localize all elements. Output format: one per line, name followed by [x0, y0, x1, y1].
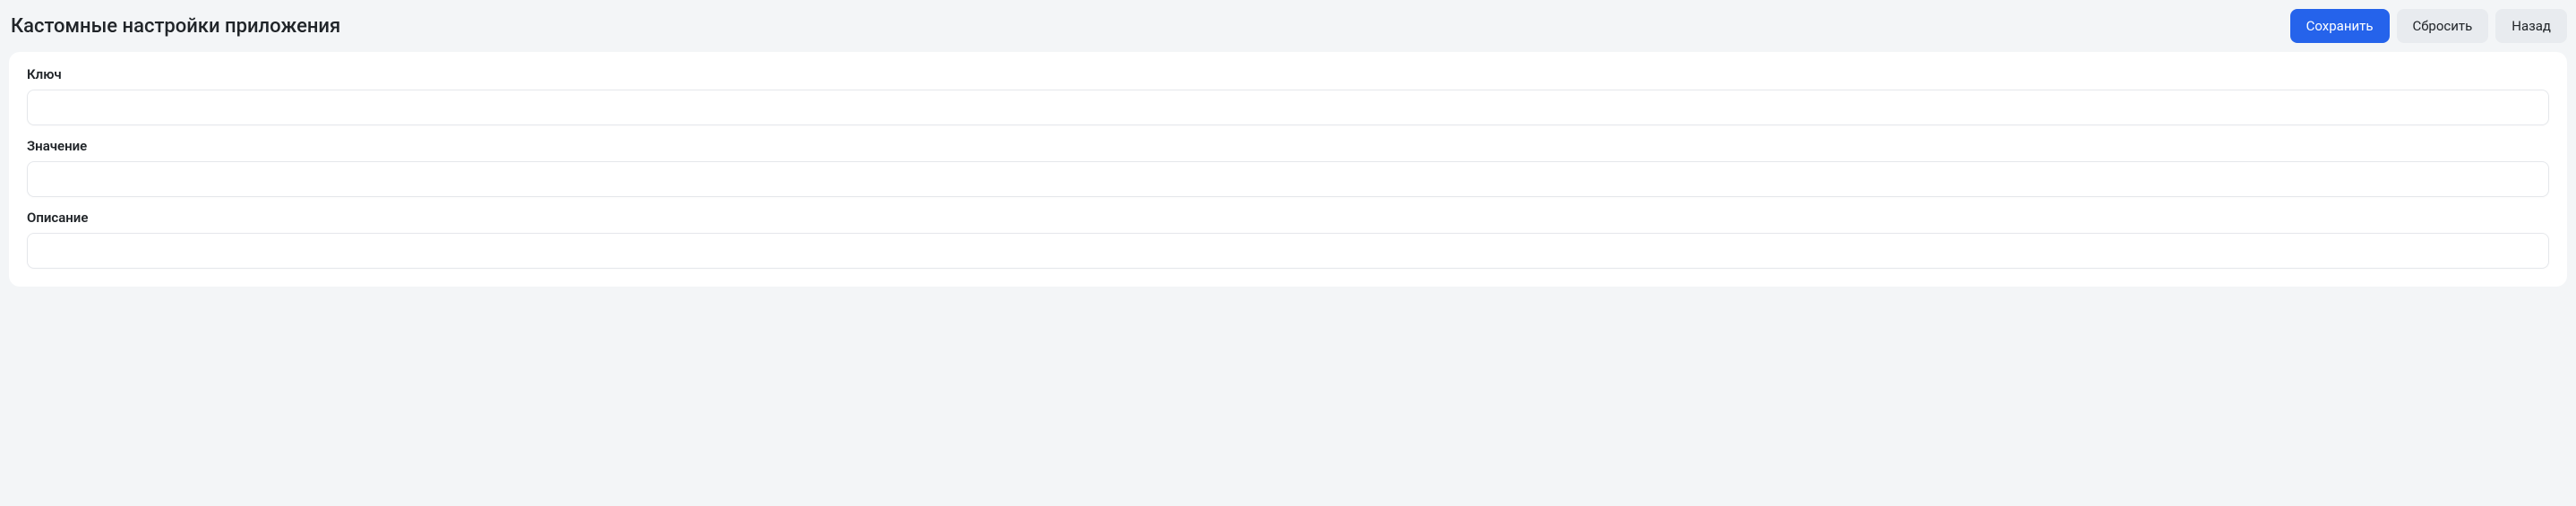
- reset-button[interactable]: Сбросить: [2397, 9, 2489, 43]
- header-actions: Сохранить Сбросить Назад: [2290, 9, 2567, 43]
- page-header: Кастомные настройки приложения Сохранить…: [9, 9, 2567, 52]
- form-card: Ключ Значение Описание: [9, 52, 2567, 287]
- back-button[interactable]: Назад: [2495, 9, 2567, 43]
- form-group-key: Ключ: [27, 66, 2549, 125]
- description-label: Описание: [27, 210, 2549, 226]
- key-input[interactable]: [27, 90, 2549, 125]
- page-title: Кастомные настройки приложения: [9, 15, 340, 38]
- form-group-description: Описание: [27, 210, 2549, 269]
- save-button[interactable]: Сохранить: [2290, 9, 2390, 43]
- value-label: Значение: [27, 138, 2549, 154]
- key-label: Ключ: [27, 66, 2549, 82]
- description-input[interactable]: [27, 233, 2549, 269]
- form-group-value: Значение: [27, 138, 2549, 197]
- value-input[interactable]: [27, 161, 2549, 197]
